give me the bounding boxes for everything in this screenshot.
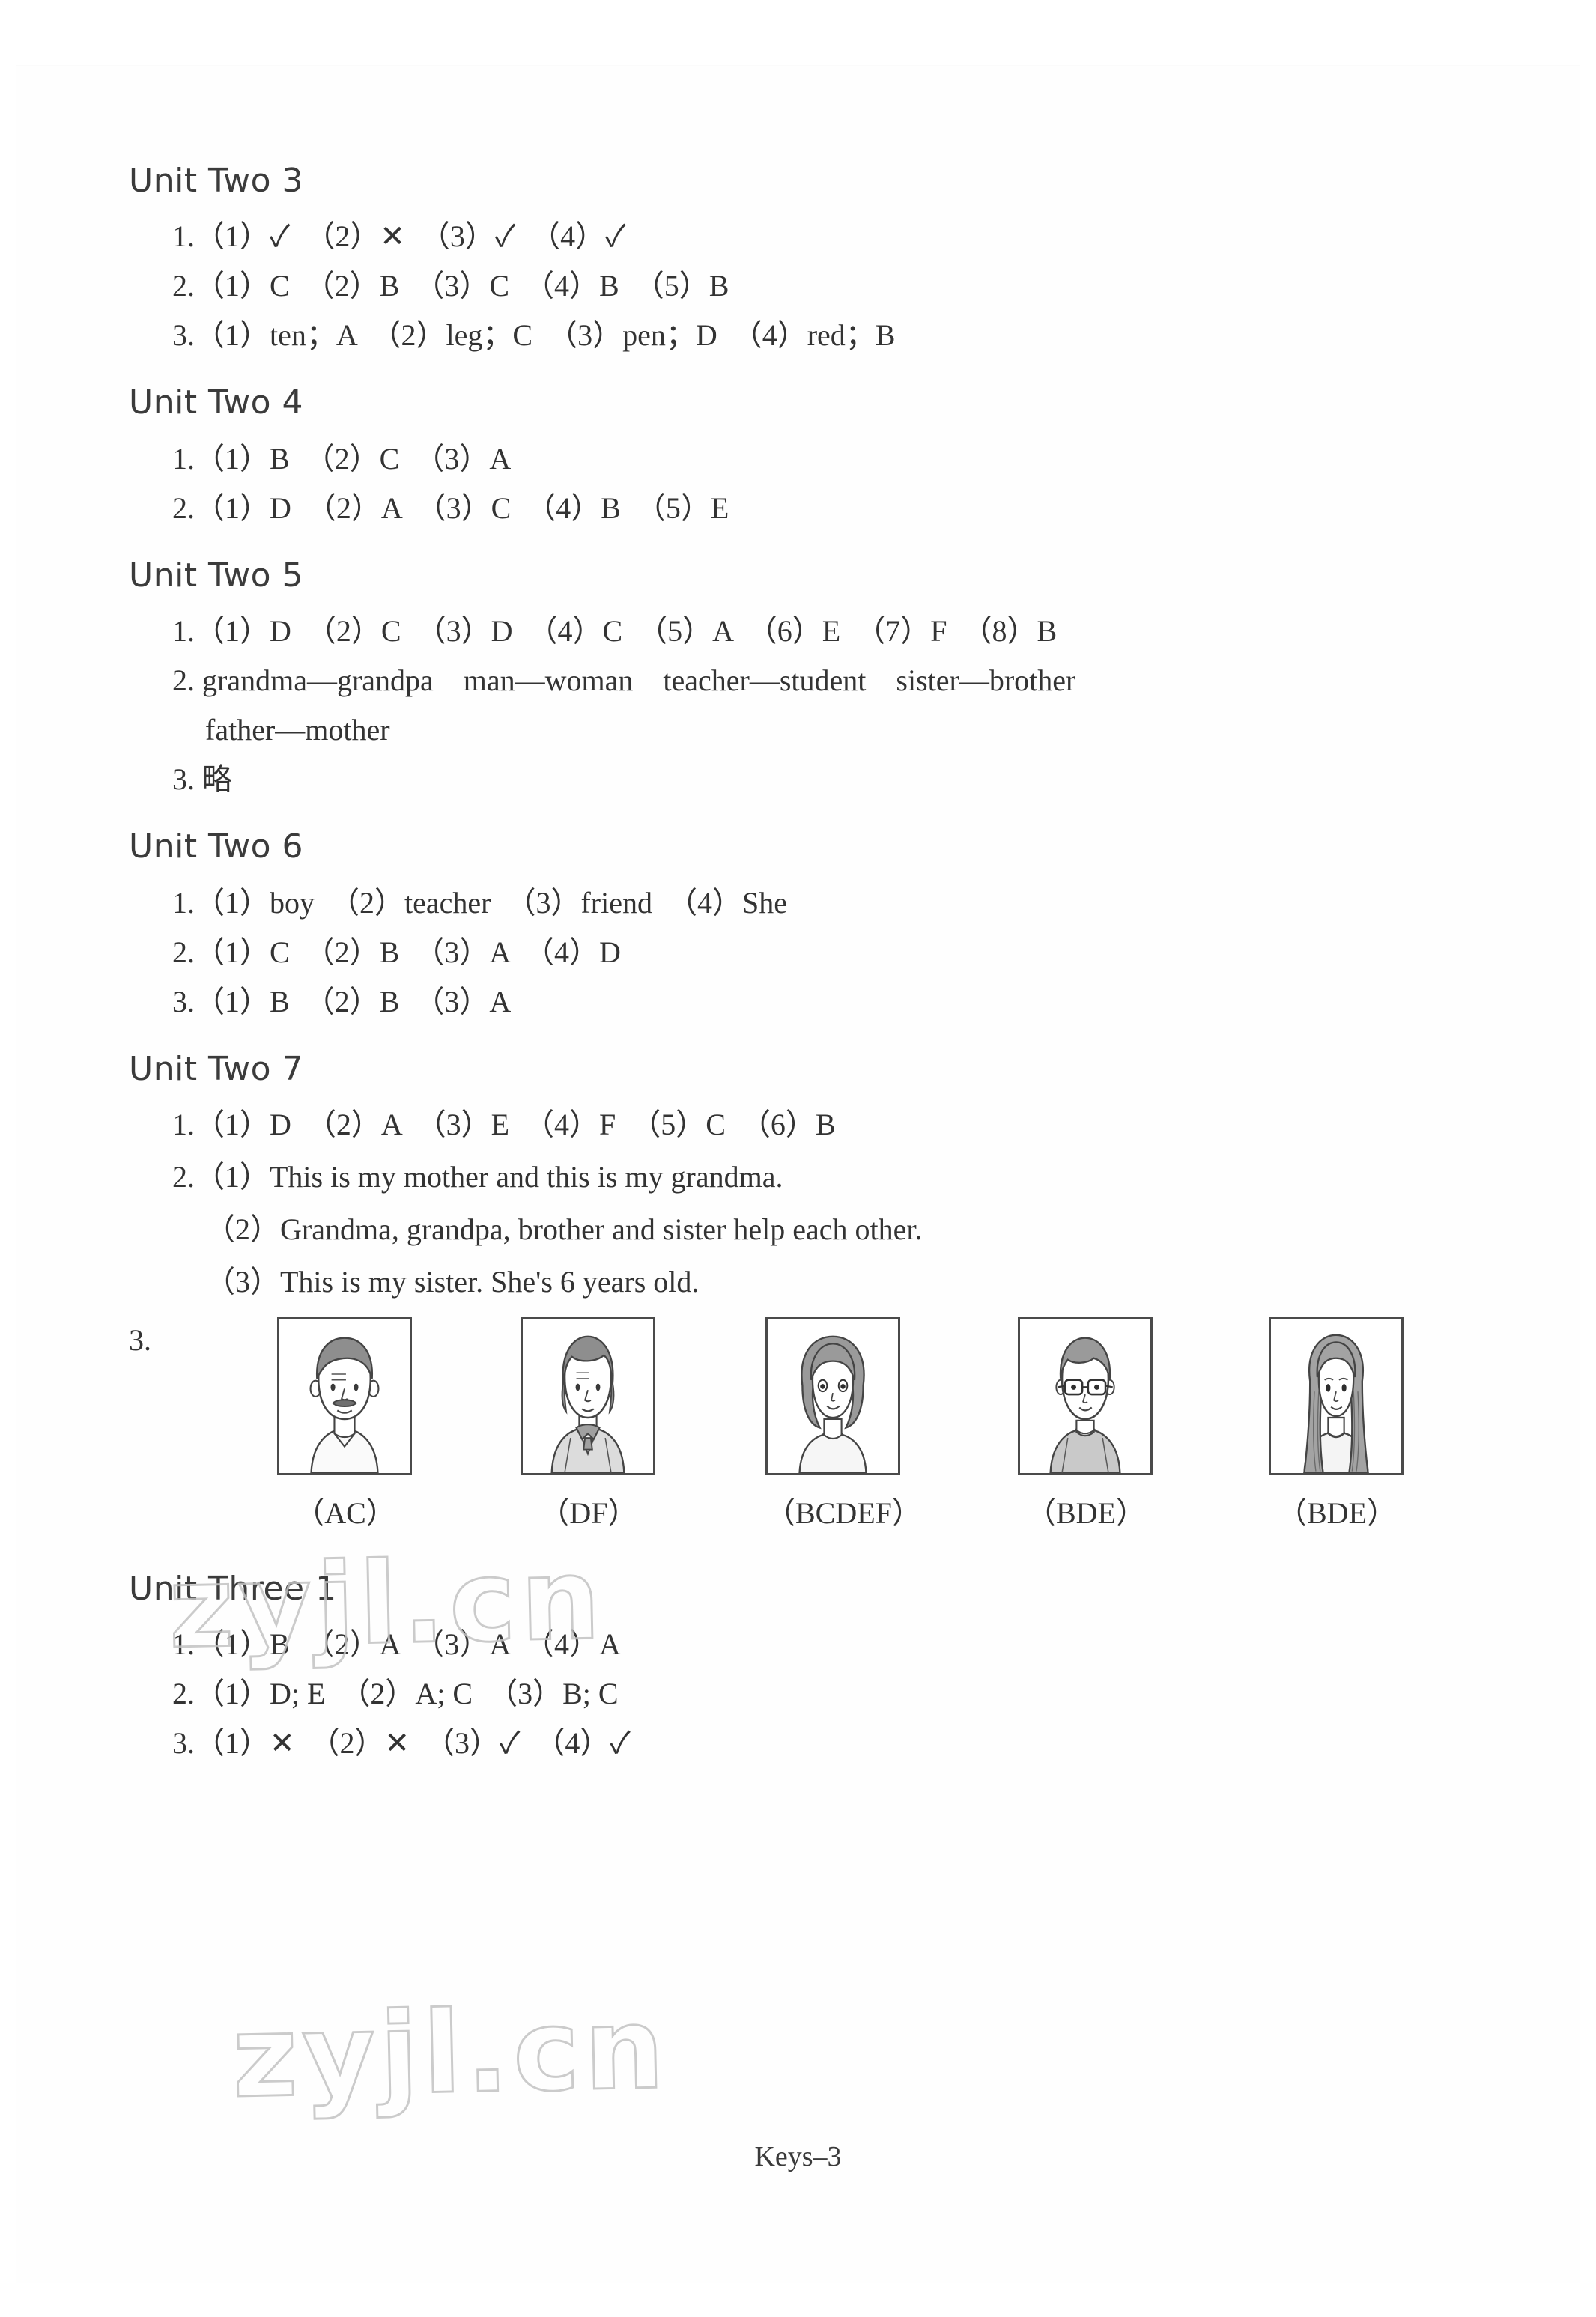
answer-line: 1.（1）B （2）A （3）A （4）A: [172, 1627, 621, 1662]
section-heading-unit-two-5: Unit Two 5: [129, 556, 304, 595]
picture-caption: （DF）: [539, 1495, 638, 1530]
girl-with-bob-hair-image: [765, 1316, 900, 1475]
picture-item: （AC）: [277, 1316, 413, 1532]
picture-item: （BDE）: [1269, 1316, 1405, 1532]
picture-caption: （BDE）: [1026, 1495, 1146, 1530]
answer-line: 3. 略: [172, 762, 232, 797]
girl-with-long-hair-image: [1269, 1316, 1404, 1475]
page-content: Unit Two 3 1.（1）✓ （2）✕ （3）✓ （4）✓ 2.（1）C …: [129, 163, 1499, 1758]
answer-line: 1.（1）D （2）A （3）E （4）F （5）C （6）B: [172, 1107, 836, 1141]
picture-caption: （BCDEF）: [765, 1495, 922, 1530]
answer-line-continuation: father—mother: [205, 713, 390, 747]
picture-exercise-row: 3. （AC） （DF） （BCDEF） （BDE） （BDE）: [129, 1316, 1499, 1541]
answers-unit-two-6: 1.（1）boy （2）teacher （3）friend （4）She 2.（…: [129, 885, 1499, 1018]
section-heading-unit-two-3: Unit Two 3: [129, 162, 304, 200]
picture-item: （DF）: [521, 1316, 657, 1532]
answer-line: 2.（1）D; E （2）A; C （3）B; C: [172, 1677, 619, 1711]
boy-with-glasses-image: [1018, 1316, 1153, 1475]
section-heading-unit-two-7: Unit Two 7: [129, 1049, 304, 1088]
answers-unit-three-1: 1.（1）B （2）A （3）A （4）A 2.（1）D; E （2）A; C …: [129, 1630, 1499, 1758]
answer-line: 2.（1）This is my mother and this is my gr…: [172, 1159, 783, 1194]
answer-line: 1.（1）D （2）C （3）D （4）C （5）A （6）E （7）F （8）…: [172, 614, 1058, 649]
picture-exercise-number: 3.: [129, 1323, 151, 1357]
answer-key-page: Unit Two 3 1.（1）✓ （2）✕ （3）✓ （4）✓ 2.（1）C …: [16, 66, 1580, 2283]
answer-line: 2.（1）D （2）A （3）C （4）B （5）E: [172, 491, 729, 525]
answer-line: 2. grandma—grandpa man—woman teacher—stu…: [172, 663, 1076, 698]
answers-unit-two-3: 1.（1）✓ （2）✕ （3）✓ （4）✓ 2.（1）C （2）B （3）C （…: [129, 222, 1499, 350]
answer-line: 1.（1）B （2）C （3）A: [172, 441, 512, 476]
answers-unit-two-5: 1.（1）D （2）C （3）D （4）C （5）A （6）E （7）F （8）…: [129, 616, 1499, 795]
answer-line: （2）Grandma, grandpa, brother and sister …: [205, 1212, 923, 1246]
picture-item: （BCDEF）: [765, 1316, 922, 1532]
picture-caption: （AC）: [294, 1495, 396, 1530]
answers-unit-two-4: 1.（1）B （2）C （3）A 2.（1）D （2）A （3）C （4）B （…: [129, 441, 1499, 525]
section-heading-unit-three-1: Unit Three 1: [129, 1569, 337, 1608]
answer-line: （3）This is my sister. She's 6 years old.: [205, 1264, 700, 1299]
answer-line: 3.（1）✕ （2）✕ （3）✓ （4）✓: [172, 1726, 631, 1761]
answer-line: 2.（1）C （2）B （3）C （4）B （5）B: [172, 269, 729, 303]
answer-line: 1.（1）✓ （2）✕ （3）✓ （4）✓: [172, 219, 626, 254]
picture-item: （BDE）: [1018, 1316, 1154, 1532]
page-footer: Keys–3: [754, 2141, 842, 2172]
picture-caption: （BDE）: [1277, 1495, 1397, 1530]
answer-line: 1.（1）boy （2）teacher （3）friend （4）She: [172, 885, 787, 920]
section-heading-unit-two-6: Unit Two 6: [129, 828, 304, 866]
answers-unit-two-7: 1.（1）D （2）A （3）E （4）F （5）C （6）B 2.（1）Thi…: [129, 1107, 1499, 1299]
grandpa-with-mustache-image: [277, 1316, 412, 1475]
answer-line: 3.（1）ten；A （2）leg；C （3）pen；D （4）red；B: [172, 318, 896, 353]
woman-with-scarf-image: [521, 1316, 655, 1475]
answer-line: 3.（1）B （2）B （3）A: [172, 984, 512, 1018]
answer-line: 2.（1）C （2）B （3）A （4）D: [172, 935, 621, 969]
section-heading-unit-two-4: Unit Two 4: [129, 383, 304, 422]
